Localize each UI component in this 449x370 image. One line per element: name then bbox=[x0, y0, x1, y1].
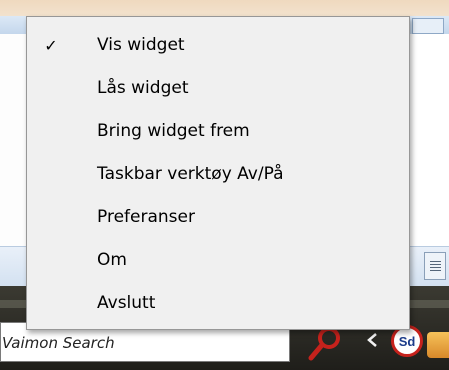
check-slot bbox=[41, 156, 61, 192]
chevron-left-icon[interactable] bbox=[363, 330, 383, 350]
menu-item-label: Lås widget bbox=[97, 78, 189, 98]
menu-item-om[interactable]: Om bbox=[28, 242, 408, 278]
menu-item-taskbar-toggle[interactable]: Taskbar verktøy Av/På bbox=[28, 156, 408, 192]
menu-item-bring-widget-frem[interactable]: Bring widget frem bbox=[28, 113, 408, 149]
menu-item-preferanser[interactable]: Preferanser bbox=[28, 199, 408, 235]
check-slot bbox=[41, 113, 61, 149]
menu-item-label: Taskbar verktøy Av/På bbox=[97, 164, 284, 184]
menu-item-avslutt[interactable]: Avslutt bbox=[28, 285, 408, 321]
list-view-icon[interactable] bbox=[424, 252, 446, 280]
menu-item-las-widget[interactable]: Lås widget bbox=[28, 70, 408, 106]
check-slot bbox=[41, 242, 61, 278]
search-icon[interactable] bbox=[306, 324, 346, 364]
check-slot bbox=[41, 199, 61, 235]
menu-item-label: Om bbox=[97, 250, 127, 270]
checkmark-icon: ✓ bbox=[44, 35, 58, 55]
menu-item-label: Avslutt bbox=[97, 293, 156, 313]
context-menu: ✓ Vis widget Lås widget Bring widget fre… bbox=[26, 16, 410, 330]
check-slot bbox=[41, 285, 61, 321]
tray-orange-icon[interactable] bbox=[427, 332, 449, 358]
search-input-text[interactable]: Vaimon Search bbox=[2, 334, 115, 352]
menu-item-vis-widget[interactable]: ✓ Vis widget bbox=[28, 27, 408, 63]
menu-item-label: Preferanser bbox=[97, 207, 195, 227]
menu-item-label: Bring widget frem bbox=[97, 121, 250, 141]
check-slot bbox=[41, 70, 61, 106]
menu-item-label: Vis widget bbox=[97, 35, 185, 55]
